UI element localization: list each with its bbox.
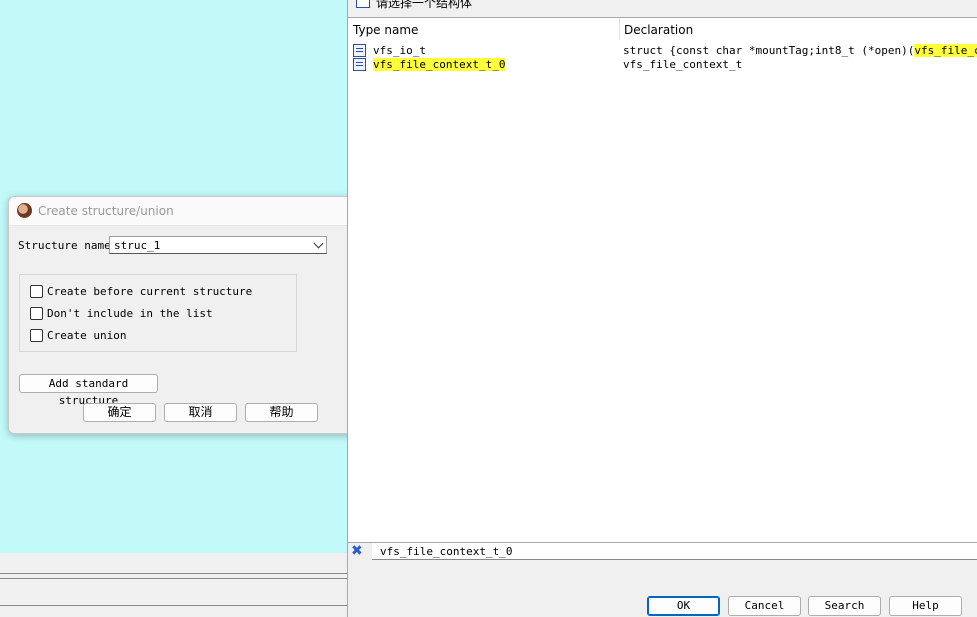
clear-filter-icon[interactable]: ✖ [351,543,363,559]
column-header-type-name[interactable]: Type name [353,18,418,40]
create-structure-dialog: Create structure/union Structure name st… [8,196,355,434]
checkbox-label: Create before current structure [47,285,253,298]
structure-name-label: Structure name [18,239,111,252]
structure-name-combobox[interactable]: struc_1 [109,236,327,254]
table-row[interactable]: vfs_file_context_t_0 vfs_file_context_t [348,58,977,72]
add-standard-structure-button[interactable]: Add standard structure [19,374,158,407]
options-group: Create before current structure Don't in… [19,274,297,352]
divider [0,578,348,579]
chooser-search-button[interactable]: Search [808,596,881,616]
declaration-text: struct {const char *mountTag;int8_t (*op… [623,44,915,57]
declaration-cell: vfs_file_context_t [623,58,743,71]
app-icon [17,203,32,218]
divider [0,605,348,606]
help-button[interactable]: 帮助 [245,403,318,422]
background-window-strip [0,553,348,617]
type-name-cell: vfs_file_context_t_0 [373,58,506,71]
struct-list[interactable]: Type name Declaration vfs_io_t struct {c… [348,17,977,543]
chooser-ok-button[interactable]: OK [647,596,720,616]
list-icon [356,0,370,8]
declaration-highlight: vfs_file_conte… [914,44,977,57]
dialog-titlebar[interactable]: Create structure/union [9,197,354,226]
structure-name-value: struc_1 [114,239,161,252]
declaration-cell: struct {const char *mountTag;int8_t (*op… [623,44,977,57]
divider [0,573,348,574]
filter-input[interactable]: vfs_file_context_t_0 [372,543,977,560]
filter-text: vfs_file_context_t_0 [380,545,513,558]
ok-button[interactable]: 确定 [83,403,156,422]
type-name-cell: vfs_io_t [373,44,426,57]
struct-chooser-window: 请选择一个结构体 Type name Declaration vfs_io_t … [347,0,977,617]
chevron-down-icon[interactable] [313,238,324,249]
struct-icon [353,58,366,71]
dialog-title: Create structure/union [38,204,174,218]
cancel-button[interactable]: 取消 [164,403,237,422]
struct-icon [353,44,366,57]
column-header-declaration[interactable]: Declaration [624,18,693,40]
checkbox-box[interactable] [30,285,43,298]
filter-bar: ✖ vfs_file_context_t_0 [348,542,977,562]
chooser-cancel-button[interactable]: Cancel [728,596,801,616]
table-row[interactable]: vfs_io_t struct {const char *mountTag;in… [348,44,977,58]
checkbox-label: Don't include in the list [47,307,213,320]
chooser-help-button[interactable]: Help [889,596,962,616]
checkbox-box[interactable] [30,329,43,342]
column-divider[interactable] [619,18,620,40]
checkbox-label: Create union [47,329,127,342]
checkbox-box[interactable] [30,307,43,320]
chooser-title: 请选择一个结构体 [376,0,473,10]
